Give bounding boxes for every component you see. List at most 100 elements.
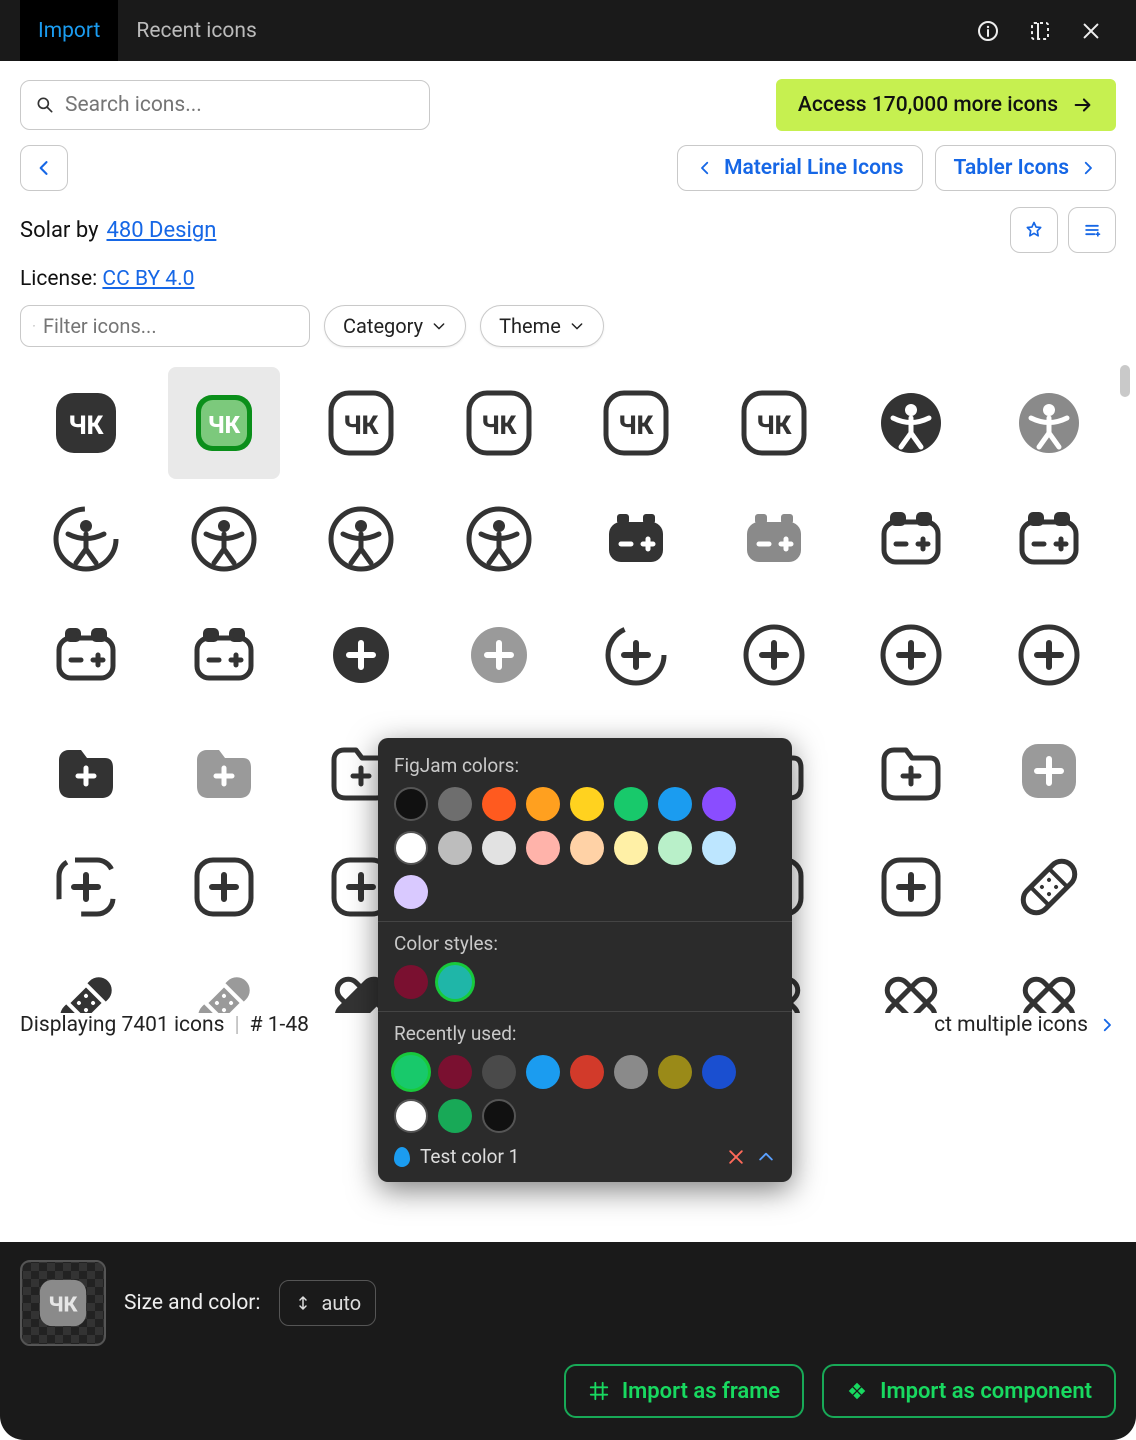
close-icon[interactable] — [1080, 20, 1102, 42]
icon-cell[interactable] — [855, 715, 967, 827]
styles-swatch-row — [394, 965, 776, 999]
chevron-right-icon[interactable] — [1098, 1016, 1116, 1034]
theme-dropdown[interactable]: Theme — [480, 305, 604, 347]
tab-recent-icons[interactable]: Recent icons — [118, 0, 274, 61]
icon-cell[interactable] — [993, 831, 1105, 943]
color-swatch[interactable] — [614, 831, 648, 865]
icon-cell[interactable]: ЧК — [30, 367, 142, 479]
color-swatch[interactable] — [658, 787, 692, 821]
icon-cell[interactable] — [993, 599, 1105, 711]
accumulator-line-duotone-icon — [1014, 504, 1084, 574]
next-icon-set-button[interactable]: Tabler Icons — [935, 145, 1116, 191]
access-more-icons-button[interactable]: Access 170,000 more icons — [776, 79, 1116, 131]
icon-cell[interactable] — [993, 367, 1105, 479]
color-swatch[interactable] — [482, 831, 516, 865]
scrollbar-thumb[interactable] — [1120, 365, 1130, 397]
search-field[interactable] — [65, 93, 415, 117]
icon-cell[interactable] — [30, 483, 142, 595]
icon-cell[interactable] — [30, 947, 142, 1013]
icon-cell[interactable]: ЧК — [305, 367, 417, 479]
icon-cell[interactable] — [168, 831, 280, 943]
back-button[interactable] — [20, 145, 68, 191]
icon-cell[interactable] — [30, 715, 142, 827]
import-as-component-button[interactable]: Import as component — [822, 1364, 1116, 1418]
icon-cell[interactable] — [855, 599, 967, 711]
color-swatch[interactable] — [658, 831, 692, 865]
icon-set-author-link[interactable]: 480 Design — [106, 218, 216, 243]
search-icon — [35, 95, 55, 115]
adhesive-plaster-2-placeholder-4-icon — [876, 968, 946, 1013]
svg-text:ЧК: ЧК — [344, 411, 380, 441]
icon-cell[interactable] — [993, 715, 1105, 827]
icon-cell[interactable] — [855, 831, 967, 943]
icon-cell[interactable] — [855, 483, 967, 595]
color-swatch[interactable] — [482, 1099, 516, 1133]
color-swatch[interactable] — [438, 1055, 472, 1089]
icon-cell[interactable] — [993, 947, 1105, 1013]
color-swatch[interactable] — [482, 787, 516, 821]
color-swatch[interactable] — [614, 787, 648, 821]
color-swatch[interactable] — [702, 831, 736, 865]
color-swatch[interactable] — [394, 787, 428, 821]
color-swatch[interactable] — [526, 1055, 560, 1089]
color-swatch[interactable] — [394, 1055, 428, 1089]
favorite-button[interactable] — [1010, 207, 1058, 253]
color-swatch[interactable] — [658, 1055, 692, 1089]
icon-cell[interactable] — [305, 599, 417, 711]
panel-icon[interactable] — [1028, 19, 1052, 43]
icon-cell[interactable] — [168, 715, 280, 827]
icon-cell[interactable] — [30, 599, 142, 711]
color-swatch[interactable] — [702, 1055, 736, 1089]
icon-cell[interactable] — [168, 483, 280, 595]
icon-cell[interactable] — [580, 599, 692, 711]
color-swatch[interactable] — [482, 1055, 516, 1089]
icon-cell[interactable]: ЧК — [718, 367, 830, 479]
filter-input[interactable] — [20, 305, 310, 347]
icon-cell[interactable] — [580, 483, 692, 595]
collapse-icon[interactable] — [756, 1147, 776, 1167]
list-options-button[interactable] — [1068, 207, 1116, 253]
license-link[interactable]: CC BY 4.0 — [102, 267, 194, 291]
icon-cell[interactable] — [855, 367, 967, 479]
icon-cell[interactable] — [855, 947, 967, 1013]
info-icon[interactable] — [976, 19, 1000, 43]
icon-cell[interactable]: ЧК — [168, 367, 280, 479]
color-swatch[interactable] — [614, 1055, 648, 1089]
icon-cell[interactable] — [443, 483, 555, 595]
color-swatch[interactable] — [570, 787, 604, 821]
icon-cell[interactable] — [993, 483, 1105, 595]
color-swatch[interactable] — [394, 875, 428, 909]
size-dropdown[interactable]: auto — [279, 1280, 377, 1326]
accessibility-bold-duotone-icon — [1014, 388, 1084, 458]
color-swatch[interactable] — [438, 965, 472, 999]
color-swatch[interactable] — [394, 1099, 428, 1133]
size-color-label: Size and color: — [124, 1291, 261, 1315]
icon-cell[interactable] — [718, 599, 830, 711]
color-swatch[interactable] — [438, 831, 472, 865]
icon-cell[interactable] — [443, 599, 555, 711]
icon-cell[interactable] — [168, 947, 280, 1013]
color-swatch[interactable] — [570, 831, 604, 865]
tab-import[interactable]: Import — [20, 0, 118, 61]
icon-cell[interactable] — [305, 483, 417, 595]
icon-cell[interactable]: ЧК — [443, 367, 555, 479]
color-swatch[interactable] — [526, 787, 560, 821]
color-swatch[interactable] — [438, 1099, 472, 1133]
category-dropdown[interactable]: Category — [324, 305, 466, 347]
icon-cell[interactable] — [168, 599, 280, 711]
color-swatch[interactable] — [526, 831, 560, 865]
icon-cell[interactable]: ЧК — [580, 367, 692, 479]
icon-cell[interactable] — [30, 831, 142, 943]
figjam-swatch-row — [394, 787, 776, 909]
filter-field[interactable] — [43, 314, 297, 338]
import-as-frame-button[interactable]: Import as frame — [564, 1364, 804, 1418]
prev-icon-set-button[interactable]: Material Line Icons — [677, 145, 922, 191]
color-swatch[interactable] — [394, 831, 428, 865]
color-swatch[interactable] — [394, 965, 428, 999]
search-input[interactable] — [20, 80, 430, 130]
remove-color-icon[interactable] — [726, 1147, 746, 1167]
color-swatch[interactable] — [438, 787, 472, 821]
icon-cell[interactable] — [718, 483, 830, 595]
color-swatch[interactable] — [702, 787, 736, 821]
color-swatch[interactable] — [570, 1055, 604, 1089]
